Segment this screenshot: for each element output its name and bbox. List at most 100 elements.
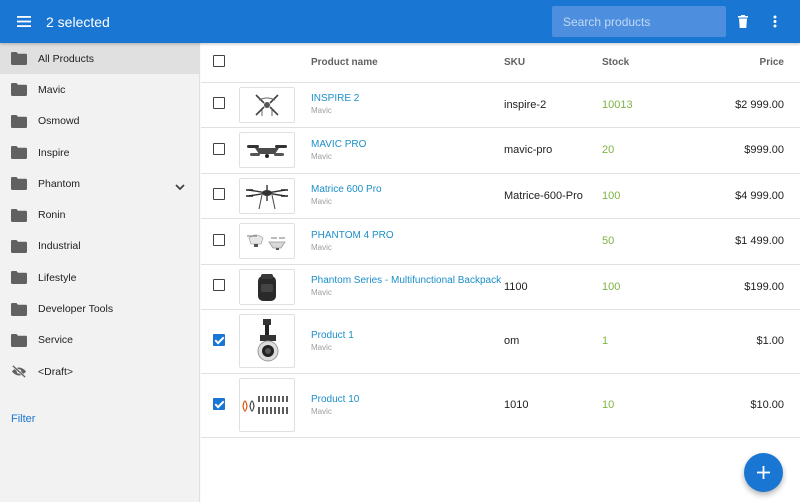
product-name-link[interactable]: INSPIRE 2 (311, 93, 504, 105)
table-row[interactable]: MAVIC PRO Mavic mavic-pro 20 $999.00 (201, 127, 800, 174)
menu-icon (17, 16, 31, 27)
product-name-link[interactable]: Phantom Series - Multifunctional Backpac… (311, 275, 504, 287)
table-row[interactable]: Matrice 600 Pro Mavic Matrice-600-Pro 100… (201, 173, 800, 219)
product-stock: 20 (602, 144, 615, 156)
sidebar-item-label: Osmowd (38, 115, 80, 128)
folder-icon (11, 146, 27, 160)
product-price: $2 999.00 (735, 98, 784, 111)
product-price: $4 999.00 (735, 189, 784, 202)
more-options-button[interactable] (759, 0, 791, 43)
row-checkbox[interactable] (213, 188, 225, 200)
product-sku: 1100 (504, 280, 528, 293)
sidebar-item-developer-tools[interactable]: Developer Tools (0, 293, 199, 324)
sidebar-item-service[interactable]: Service (0, 325, 199, 356)
table-row[interactable]: INSPIRE 2 Mavic inspire-2 10013 $2 999.00 (201, 82, 800, 128)
column-header-sku[interactable]: SKU (504, 43, 602, 83)
more-vert-icon (773, 15, 777, 28)
table-row[interactable]: Product 10 Mavic 1010 10 $10.00 (201, 373, 800, 438)
table-row[interactable]: Phantom Series - Multifunctional Backpac… (201, 264, 800, 310)
inspire-drone-image (239, 86, 295, 123)
filter-link[interactable]: Filter (11, 413, 35, 425)
sidebar-item-label: Lifestyle (38, 271, 77, 284)
product-table-container: Product name SKU Stock Price INSPIRE 2 Ma… (201, 43, 800, 502)
select-all-checkbox[interactable] (213, 54, 225, 67)
product-category: Mavic (311, 288, 332, 297)
product-category: Mavic (311, 342, 332, 352)
product-table: Product name SKU Stock Price INSPIRE 2 Ma… (201, 43, 800, 438)
product-name-link[interactable]: Matrice 600 Pro (311, 184, 504, 196)
folder-icon (11, 271, 27, 285)
delete-button[interactable] (727, 0, 759, 43)
search-box[interactable] (552, 6, 726, 37)
sidebar-item-label: Mavic (38, 83, 66, 96)
sidebar-item-mavic[interactable]: Mavic (0, 74, 199, 105)
product-name-link[interactable]: MAVIC PRO (311, 139, 504, 151)
row-checkbox[interactable] (213, 279, 225, 291)
product-price: $10.00 (750, 399, 784, 411)
add-product-button[interactable] (744, 453, 783, 492)
table-header-row: Product name SKU Stock Price (201, 43, 800, 83)
product-category: Mavic (311, 151, 332, 161)
app-bar: 2 selected (0, 0, 800, 43)
product-price: $1 499.00 (735, 235, 784, 247)
matrice-drone-image (239, 177, 295, 214)
row-checkbox[interactable] (213, 233, 225, 246)
sidebar-item-label: Phantom (38, 177, 81, 190)
chevron-down-icon[interactable] (175, 178, 185, 196)
folder-icon (11, 52, 27, 66)
product-stock: 1 (602, 335, 609, 347)
folder-icon (11, 302, 27, 316)
column-header-name[interactable]: Product name (311, 43, 504, 83)
product-price: $199.00 (744, 280, 784, 293)
sidebar-item-label: <Draft> (38, 365, 74, 378)
row-checkbox[interactable] (213, 97, 225, 109)
product-stock: 100 (602, 189, 621, 202)
menu-button[interactable] (0, 0, 48, 43)
table-row[interactable]: Product 1 Mavic om 1 $1.00 (201, 309, 800, 374)
sidebar-item-all-products[interactable]: All Products (0, 43, 199, 75)
product-sku: inspire-2 (504, 98, 547, 111)
folder-icon (11, 333, 27, 347)
product-category: Mavic (311, 197, 332, 206)
product-category: Mavic (311, 406, 332, 416)
product-category: Mavic (311, 242, 332, 252)
sidebar-item-lifestyle[interactable]: Lifestyle (0, 262, 199, 293)
sidebar-item-label: Service (38, 334, 74, 347)
propellers-image (239, 378, 295, 432)
sidebar-item-phantom[interactable]: Phantom (0, 168, 199, 199)
table-row[interactable]: PHANTOM 4 PRO Mavic 50 $1 499.00 (201, 218, 800, 265)
folder-icon (11, 177, 27, 191)
sidebar-item-label: Developer Tools (38, 303, 114, 316)
row-checkbox-checked[interactable] (213, 397, 225, 410)
product-stock: 50 (602, 235, 615, 247)
sidebar-item-industrial[interactable]: Industrial (0, 231, 199, 262)
product-stock: 10 (602, 399, 615, 411)
product-stock: 100 (602, 280, 621, 293)
trash-icon (738, 15, 748, 28)
product-name-link[interactable]: Product 10 (311, 394, 504, 406)
selection-count-title: 2 selected (46, 13, 110, 30)
eye-off-icon (11, 365, 27, 379)
column-header-price[interactable]: Price (722, 43, 800, 83)
category-sidebar: All Products Mavic Osmowd Inspire Phanto… (0, 43, 200, 502)
sidebar-item-label: Industrial (38, 240, 81, 253)
product-name-link[interactable]: PHANTOM 4 PRO (311, 230, 504, 242)
product-name-link[interactable]: Product 1 (311, 330, 504, 342)
product-price: $999.00 (744, 144, 784, 156)
sidebar-item-osmowd[interactable]: Osmowd (0, 106, 199, 137)
phantom-drone-image (239, 223, 295, 259)
folder-icon (11, 114, 27, 128)
column-header-stock[interactable]: Stock (602, 43, 722, 83)
sidebar-item-label: Ronin (38, 209, 66, 222)
sidebar-item-inspire[interactable]: Inspire (0, 137, 199, 168)
row-checkbox[interactable] (213, 142, 225, 155)
folder-icon (11, 239, 27, 253)
product-sku: om (504, 335, 520, 347)
folder-icon (11, 83, 27, 97)
sidebar-item-draft[interactable]: <Draft> (0, 356, 199, 387)
mavic-drone-image (239, 132, 295, 168)
search-input[interactable] (563, 14, 726, 29)
product-stock: 10013 (602, 98, 633, 111)
sidebar-item-ronin[interactable]: Ronin (0, 199, 199, 230)
row-checkbox-checked[interactable] (213, 333, 225, 346)
